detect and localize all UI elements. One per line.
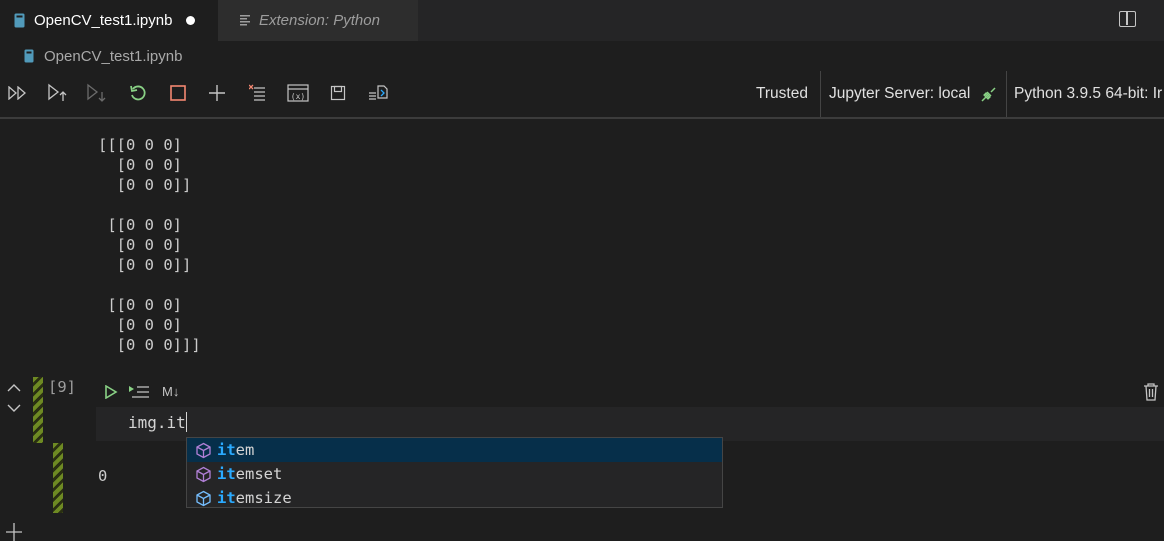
split-editor-icon[interactable]	[1119, 11, 1136, 27]
cell-output: 0	[98, 467, 108, 485]
run-all-icon[interactable]	[6, 81, 30, 105]
field-cube-icon	[196, 490, 211, 506]
unsaved-dot-icon[interactable]	[186, 16, 196, 25]
svg-text:(x): (x)	[291, 92, 305, 101]
restart-kernel-icon[interactable]	[126, 81, 150, 105]
notebook-file-icon	[24, 49, 34, 63]
tab-extension-python[interactable]: Extension: Python	[218, 0, 418, 41]
jupyter-server-status[interactable]: Jupyter Server: local	[829, 71, 997, 117]
cell-move-controls	[5, 378, 25, 418]
autocomplete-suggest-widget: it em it emset it emsize	[186, 437, 723, 508]
preview-lines-icon	[240, 15, 250, 26]
method-cube-icon	[196, 442, 211, 458]
suggestion-rest: emsize	[235, 489, 292, 507]
run-by-line-icon[interactable]	[128, 384, 150, 400]
move-cell-down-icon	[7, 404, 21, 412]
tab-bar: OpenCV_test1.ipynb Extension: Python	[0, 0, 1164, 41]
suggestion-item[interactable]: it emsize	[187, 486, 722, 510]
save-icon[interactable]	[326, 81, 350, 105]
tab-label: OpenCV_test1.ipynb	[34, 12, 173, 29]
add-cell-icon[interactable]	[205, 81, 229, 105]
tab-label: Extension: Python	[259, 12, 380, 29]
add-cell-below-icon[interactable]	[4, 521, 24, 541]
toolbar-separator	[1006, 71, 1007, 117]
kernel-label: Python 3.9.5 64-bit: Ir	[1014, 85, 1163, 102]
notebook-toolbar: (x) Trusted Jupyter Server: local Python…	[0, 71, 1164, 117]
method-cube-icon	[196, 466, 211, 482]
breadcrumb-file[interactable]: OpenCV_test1.ipynb	[44, 48, 182, 65]
suggestion-match: it	[217, 465, 236, 483]
code-line[interactable]: img.it	[128, 412, 188, 432]
variables-icon[interactable]: (x)	[286, 81, 310, 105]
cell-language-label[interactable]: M↓	[162, 384, 179, 399]
code-text: img.it	[128, 413, 186, 432]
suggestion-item[interactable]: it emset	[187, 462, 722, 486]
run-cell-icon[interactable]	[104, 385, 118, 399]
cell-output-array: [[[0 0 0] [0 0 0] [0 0 0]] [[0 0 0] [0 0…	[98, 136, 201, 354]
trusted-label: Trusted	[756, 85, 808, 102]
text-cursor	[185, 412, 188, 432]
server-label: Jupyter Server: local	[829, 85, 971, 102]
move-cell-up-icon	[7, 384, 21, 392]
export-icon[interactable]	[366, 81, 390, 105]
tab-notebook[interactable]: OpenCV_test1.ipynb	[0, 0, 218, 41]
plug-connected-icon	[981, 86, 996, 102]
delete-cell-icon[interactable]	[1142, 382, 1160, 402]
toolbar-divider	[0, 117, 1164, 119]
output-status-bar[interactable]	[53, 443, 63, 513]
interrupt-kernel-icon[interactable]	[166, 81, 190, 105]
suggestion-rest: emset	[235, 465, 283, 483]
toolbar-separator	[820, 71, 821, 117]
breadcrumb: OpenCV_test1.ipynb	[0, 41, 1164, 71]
suggestion-item[interactable]: it em	[187, 438, 722, 462]
clear-outputs-icon[interactable]	[246, 81, 270, 105]
trusted-status[interactable]: Trusted	[756, 71, 808, 117]
cell-toolbar: M↓	[96, 377, 1164, 407]
code-editor[interactable]	[96, 407, 1164, 441]
execution-count: [9]	[48, 378, 76, 396]
suggestion-match: it	[217, 489, 236, 507]
kernel-selector[interactable]: Python 3.9.5 64-bit: Ir	[1014, 71, 1164, 117]
run-above-icon[interactable]	[46, 81, 70, 105]
notebook-file-icon	[14, 13, 25, 28]
run-below-icon[interactable]	[85, 81, 109, 105]
suggestion-match: it	[217, 441, 236, 459]
suggestion-rest: em	[235, 441, 255, 459]
cell-status-bar[interactable]	[33, 377, 43, 443]
